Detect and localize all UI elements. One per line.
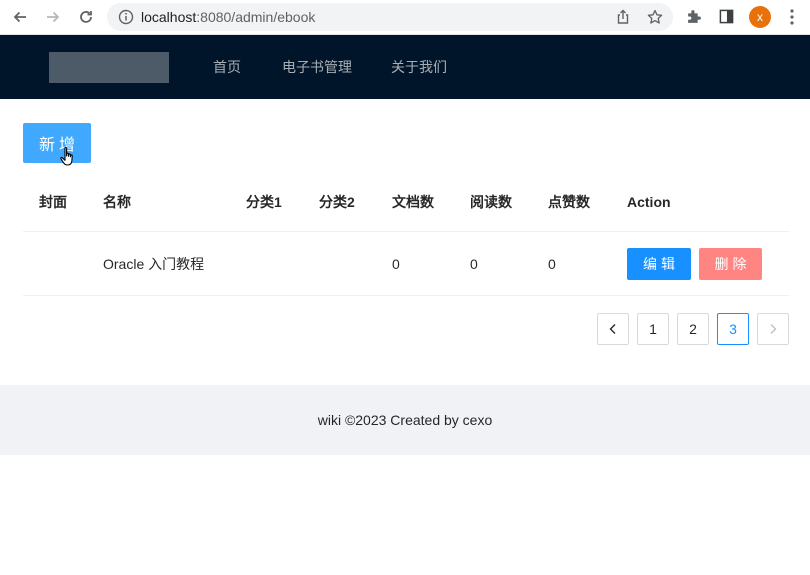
- cell-doc-count: 0: [392, 256, 400, 272]
- column-header-category2: 分类2: [319, 194, 355, 210]
- add-button[interactable]: 新增: [23, 123, 91, 163]
- back-button[interactable]: [9, 6, 31, 28]
- url-host: localhost: [141, 9, 197, 25]
- logo-placeholder[interactable]: [49, 52, 169, 83]
- pagination-next-button[interactable]: [757, 313, 789, 345]
- pagination-page-2[interactable]: 2: [677, 313, 709, 345]
- profile-avatar[interactable]: x: [749, 6, 771, 28]
- menu-item-home[interactable]: 首页: [213, 35, 241, 99]
- chevron-left-icon: [609, 324, 616, 334]
- browser-toolbar: localhost:8080/admin/ebook x: [0, 0, 810, 35]
- puzzle-icon[interactable]: [686, 8, 703, 25]
- url-text[interactable]: localhost:8080/admin/ebook: [141, 8, 315, 26]
- reload-button[interactable]: [75, 6, 97, 28]
- menu-item-ebook-admin[interactable]: 电子书管理: [282, 35, 352, 99]
- arrow-left-icon: [13, 11, 26, 23]
- column-header-action: Action: [627, 194, 671, 210]
- info-icon[interactable]: [118, 9, 134, 25]
- share-icon[interactable]: [615, 9, 631, 25]
- column-header-name: 名称: [103, 194, 131, 210]
- forward-button[interactable]: [42, 6, 64, 28]
- cell-name: Oracle 入门教程: [103, 256, 205, 272]
- hand-cursor-icon: [60, 146, 73, 166]
- app-header: 首页 电子书管理 关于我们: [0, 35, 810, 99]
- more-vertical-icon[interactable]: [785, 8, 799, 26]
- address-bar[interactable]: localhost:8080/admin/ebook: [107, 3, 673, 31]
- table-header-row: 封面 名称 分类1 分类2 文档数 阅读数 点赞数 Action: [23, 173, 789, 232]
- edit-button[interactable]: 编辑: [627, 248, 691, 280]
- column-header-doc-count: 文档数: [392, 194, 434, 210]
- pagination-prev-button[interactable]: [597, 313, 629, 345]
- url-path: :8080/admin/ebook: [196, 9, 316, 25]
- star-icon[interactable]: [647, 9, 663, 25]
- column-header-vote-count: 点赞数: [548, 194, 590, 210]
- pagination-page-3-active[interactable]: 3: [717, 313, 749, 345]
- page-footer: wiki ©2023 Created by cexo: [0, 385, 810, 455]
- column-header-category1: 分类1: [246, 194, 282, 210]
- cell-vote-count: 0: [548, 256, 556, 272]
- pagination-page-1[interactable]: 1: [637, 313, 669, 345]
- main-content: 新增 封面 名称 分类1 分类2 文档数 阅读数 点赞数 Action Orac…: [0, 99, 810, 385]
- menu-item-about[interactable]: 关于我们: [391, 35, 447, 99]
- side-panel-icon[interactable]: [719, 9, 734, 24]
- ebook-table: 封面 名称 分类1 分类2 文档数 阅读数 点赞数 Action Oracle …: [23, 173, 789, 296]
- table-row: Oracle 入门教程 0 0 0 编辑 删除: [23, 232, 789, 296]
- reload-icon: [80, 11, 92, 23]
- arrow-right-icon: [47, 11, 60, 23]
- delete-button[interactable]: 删除: [699, 248, 762, 280]
- column-header-cover: 封面: [39, 194, 67, 210]
- cell-view-count: 0: [470, 256, 478, 272]
- chevron-right-icon: [770, 324, 777, 334]
- column-header-view-count: 阅读数: [470, 194, 512, 210]
